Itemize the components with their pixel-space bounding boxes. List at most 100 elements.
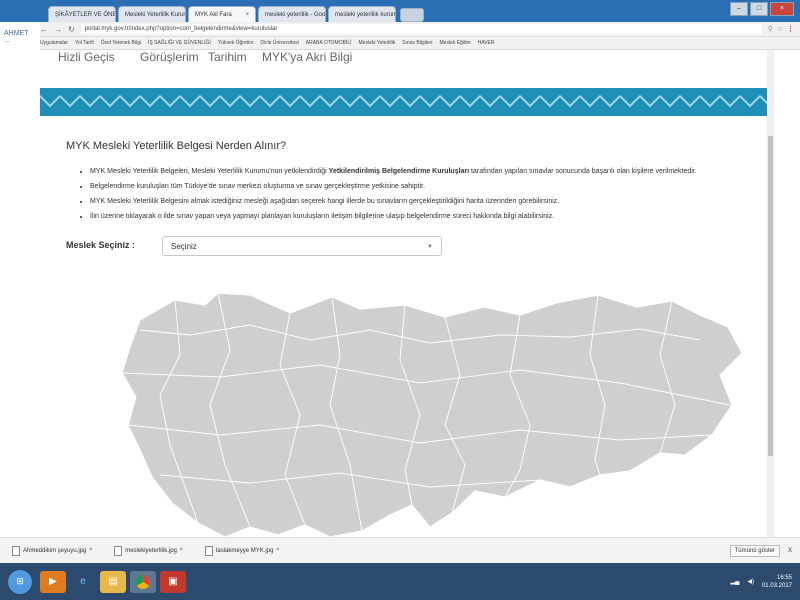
zigzag-stroke bbox=[459, 95, 481, 108]
network-icon[interactable]: ▂▄ bbox=[730, 578, 739, 585]
zigzag-stroke bbox=[719, 95, 741, 108]
address-bar: ← → ↻ portal.myk.gov.tr/index.php?option… bbox=[40, 22, 800, 37]
tab-label: MYK Akl Fara bbox=[195, 11, 232, 18]
bookmark-item[interactable]: Özel Yetenek Bilgi bbox=[101, 40, 141, 46]
zigzag-stroke bbox=[319, 95, 341, 108]
menu-item[interactable]: Tarihim bbox=[208, 50, 247, 64]
left-sidebar: AHMET ... bbox=[0, 22, 40, 563]
page-scrollbar[interactable] bbox=[767, 50, 774, 537]
scrollbar-thumb[interactable] bbox=[768, 136, 773, 456]
menu-item[interactable]: MYK'ya Akri Bilgi bbox=[262, 50, 352, 64]
info-list: MYK Mesleki Yeterlilik Belgeleri, Meslek… bbox=[78, 164, 767, 224]
turkey-map[interactable] bbox=[100, 265, 760, 537]
back-icon[interactable]: ← bbox=[40, 25, 48, 34]
close-window-button[interactable]: × bbox=[770, 2, 794, 16]
tab-3[interactable]: mesleki yeterlilik - Google× bbox=[258, 6, 326, 22]
maximize-button[interactable]: □ bbox=[750, 2, 768, 16]
zigzag-stroke bbox=[119, 95, 141, 108]
pattern-graphic bbox=[40, 95, 767, 108]
bookmark-item[interactable]: ARABA OTOMOBİLİ bbox=[306, 40, 352, 46]
chrome-icon[interactable] bbox=[130, 570, 156, 593]
media-player-icon[interactable]: ▶ bbox=[40, 570, 66, 593]
address-actions: ⚲ ☆ ⋮ bbox=[768, 25, 800, 33]
download-item[interactable]: meslekiyeterlilik.jpg ^ bbox=[102, 546, 193, 556]
map-land bbox=[121, 292, 743, 537]
file-icon bbox=[12, 546, 20, 556]
menu-item[interactable]: Görüşlerim bbox=[140, 50, 199, 64]
bookmark-item[interactable]: Mesleki Yeterlilik bbox=[359, 40, 396, 46]
zigzag-stroke bbox=[219, 95, 241, 108]
zigzag-stroke bbox=[519, 95, 541, 108]
zigzag-stroke bbox=[659, 95, 681, 108]
zigzag-stroke bbox=[759, 95, 767, 105]
site-menu: Hizli Geçis Görüşlerim Tarihim MYK'ya Ak… bbox=[40, 50, 767, 88]
page-content: Hizli Geçis Görüşlerim Tarihim MYK'ya Ak… bbox=[40, 50, 767, 537]
bookmark-item[interactable]: Dicle Üniversitesi bbox=[260, 40, 298, 46]
profession-select[interactable]: Seçiniz ▼ bbox=[162, 236, 442, 256]
zigzag-stroke bbox=[359, 95, 381, 108]
url-field[interactable]: portal.myk.gov.tr/index.php?option=com_b… bbox=[80, 24, 762, 34]
clock[interactable]: 16:55 01.03.2017 bbox=[762, 574, 792, 590]
list-item: İlin üzerine tıklayarak o ilde sınav yap… bbox=[90, 209, 767, 224]
zigzag-stroke bbox=[199, 95, 221, 108]
show-all-button[interactable]: Tümünü göster bbox=[729, 545, 780, 557]
minimize-button[interactable]: – bbox=[730, 2, 748, 16]
download-item[interactable]: taslakmeyye MYK.jpg ^ bbox=[193, 546, 290, 556]
menu-item[interactable]: Hizli Geçis bbox=[58, 50, 115, 64]
tab-0[interactable]: ŞİKÂYETLER VE ÖNERİLER× bbox=[48, 6, 116, 22]
zigzag-stroke bbox=[679, 95, 701, 108]
window-controls: – □ × bbox=[730, 2, 794, 16]
close-downloads-button[interactable]: X bbox=[788, 548, 792, 554]
list-item: Belgelendirme kuruluşları tüm Türkiye'de… bbox=[90, 179, 767, 194]
tab-2[interactable]: MYK Akl Fara × bbox=[188, 6, 256, 22]
select-label: Meslek Seçiniz : bbox=[66, 240, 136, 250]
bookmarks-bar: Uygulamalar Yol Tarifi Özel Yetenek Bilg… bbox=[40, 37, 800, 50]
date: 01.03.2017 bbox=[761, 582, 792, 589]
app-icon[interactable]: ▣ bbox=[160, 570, 186, 593]
forward-icon[interactable]: → bbox=[54, 25, 62, 34]
bookmark-item[interactable]: Yol Tarifi bbox=[75, 40, 94, 46]
decorative-band bbox=[40, 88, 767, 116]
bookmark-item[interactable]: Sınav Bilgileri bbox=[402, 40, 432, 46]
close-icon[interactable]: × bbox=[245, 7, 249, 22]
system-tray: ▂▄ ◀) 16:55 01.03.2017 bbox=[730, 574, 800, 590]
start-button[interactable]: ⊞ bbox=[8, 569, 32, 594]
volume-icon[interactable]: ◀) bbox=[747, 578, 754, 585]
star-icon[interactable]: ☆ bbox=[777, 25, 783, 33]
highlight-link[interactable]: Yetkilendirilmiş Belgelendirme Kuruluşla… bbox=[329, 168, 469, 175]
bookmark-item[interactable]: İŞ SAĞLIĞI VE GÜVENLİĞİ bbox=[148, 40, 211, 46]
zigzag-stroke bbox=[139, 95, 161, 108]
reload-icon[interactable]: ↻ bbox=[68, 25, 75, 34]
zigzag-stroke bbox=[259, 95, 281, 108]
folder-icon[interactable]: ▤ bbox=[100, 570, 126, 593]
bookmark-item[interactable]: Uygulamalar bbox=[40, 40, 68, 46]
zigzag-stroke bbox=[579, 95, 601, 108]
new-tab-button[interactable] bbox=[400, 8, 424, 22]
chevron-up-icon[interactable]: ^ bbox=[276, 548, 279, 554]
file-icon bbox=[204, 546, 213, 556]
zigzag-stroke bbox=[639, 95, 661, 108]
internet-explorer-icon[interactable]: e bbox=[70, 571, 96, 593]
menu-icon[interactable]: ⋮ bbox=[787, 25, 794, 33]
downloads-actions: Tümünü göster X bbox=[729, 545, 800, 557]
download-item[interactable]: Ahmeddikim şeyuyu.jpg ^ bbox=[0, 546, 102, 556]
bookmark-item[interactable]: HAVER bbox=[478, 40, 495, 46]
bookmark-item[interactable]: Meslek Eğitim bbox=[440, 40, 471, 46]
zigzag-stroke bbox=[699, 95, 721, 108]
tab-1[interactable]: Mesleki Yeterlilik Kurumu× bbox=[118, 6, 186, 22]
bookmark-item[interactable]: Yüksek Öğretim bbox=[218, 40, 254, 46]
list-item: MYK Mesleki Yeterlilik Belgeleri, Meslek… bbox=[90, 164, 767, 179]
tab-bar: ŞİKÂYETLER VE ÖNERİLER× Mesleki Yeterlil… bbox=[48, 0, 608, 22]
zigzag-stroke bbox=[419, 95, 441, 108]
zoom-icon[interactable]: ⚲ bbox=[768, 25, 773, 33]
zigzag-stroke bbox=[479, 95, 501, 108]
chevron-up-icon[interactable]: ^ bbox=[89, 548, 92, 554]
zigzag-stroke bbox=[379, 95, 401, 108]
downloads-bar: Ahmeddikim şeyuyu.jpg ^ meslekiyeterlilik… bbox=[0, 537, 800, 564]
list-item: MYK Mesleki Yeterlilik Belgesini almak i… bbox=[90, 194, 767, 209]
window-frame: ŞİKÂYETLER VE ÖNERİLER× Mesleki Yeterlil… bbox=[0, 0, 800, 22]
tab-4[interactable]: mesleki yeterlilik kurumu× bbox=[328, 6, 396, 22]
chevron-up-icon[interactable]: ^ bbox=[180, 548, 183, 554]
left-sidebar-text: AHMET ... bbox=[4, 30, 29, 44]
taskbar: ⊞ ▶ e ▤ ▣ ▂▄ ◀) 16:55 01.03.2017 bbox=[0, 563, 800, 600]
